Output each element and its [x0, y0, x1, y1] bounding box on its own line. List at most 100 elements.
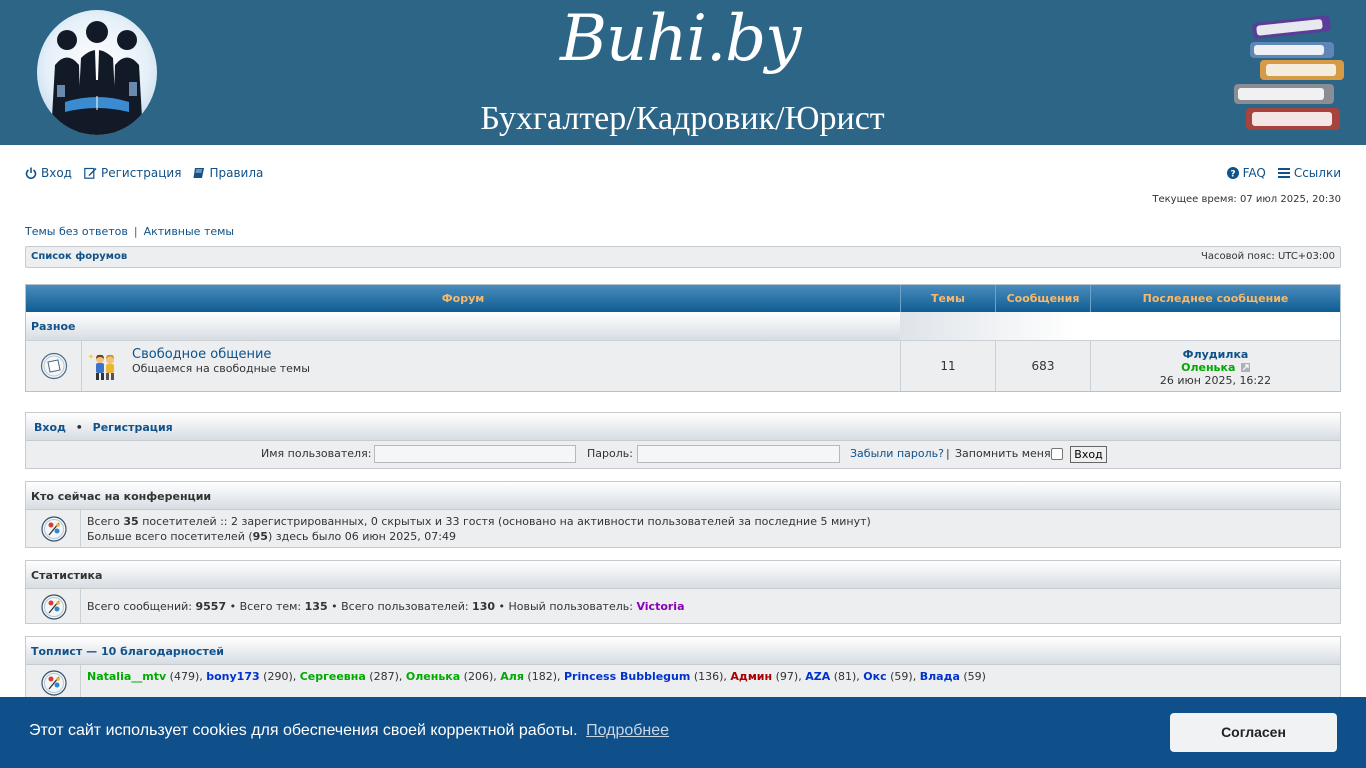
stats-icon-cell	[26, 589, 81, 623]
toplist-user-count: (81),	[830, 670, 864, 683]
rules-link[interactable]: Правила	[193, 166, 263, 180]
breadcrumb: Список форумов Часовой пояс: UTC+03:00	[25, 246, 1341, 268]
forum-posts-count: 683	[996, 341, 1091, 391]
password-label: Пароль:	[587, 447, 633, 460]
who-is-online-panel: Кто сейчас на конференции Всего 35 посет…	[25, 481, 1341, 548]
toplist-user-link[interactable]: Админ	[730, 670, 772, 683]
faq-link-label: FAQ	[1242, 166, 1266, 180]
toplist-user-link[interactable]: Natalia__mtv	[87, 670, 166, 683]
online-total-prefix: Всего	[87, 515, 120, 528]
stats-posts-value: 9557	[195, 600, 227, 613]
remember-me-label: Запомнить меня	[955, 447, 1051, 460]
forum-last-post-cell: Флудилка Оленька 26 июн 2025, 16:22	[1091, 341, 1340, 391]
statistics-title: Статистика	[31, 569, 103, 582]
online-total-details: посетителей :: 2 зарегистрированных, 0 с…	[142, 515, 871, 528]
last-post-topic-link[interactable]: Флудилка	[1091, 348, 1340, 361]
last-post-date: 26 июн 2025, 16:22	[1159, 374, 1272, 387]
remember-me-checkbox[interactable]	[1051, 448, 1063, 460]
forum-index-link[interactable]: Список форумов	[31, 251, 127, 262]
links-menu[interactable]: Ссылки	[1277, 166, 1341, 180]
stats-users-label: • Всего пользователей:	[331, 600, 469, 613]
login-header-link[interactable]: Вход	[34, 421, 66, 434]
toplist-user-count: (59),	[886, 670, 920, 683]
column-posts: Сообщения	[996, 285, 1091, 312]
power-icon	[25, 167, 37, 179]
toplist-icon-cell	[26, 665, 81, 699]
links-menu-label: Ссылки	[1293, 166, 1341, 180]
last-post-author-link[interactable]: Оленька	[1181, 361, 1235, 374]
toplist-user-count: (290),	[259, 670, 300, 683]
quick-login-form: Имя пользователя: Пароль: Забыли пароль?…	[26, 441, 1340, 468]
toplist-user-link[interactable]: Окс	[863, 670, 886, 683]
forum-list: Форум Темы Сообщения Последнее сообщение…	[25, 284, 1341, 392]
toplist-users: Natalia__mtv (479), bony173 (290), Серге…	[87, 669, 986, 684]
site-header: Buhi.by Бухгалтер/Кадровик/Юрист	[0, 0, 1366, 145]
login-form-separator: |	[946, 447, 950, 460]
question-circle-icon: ?	[1226, 167, 1239, 180]
username-input[interactable]	[374, 445, 576, 463]
forum-status-cell	[26, 341, 82, 391]
cookie-message: Этот сайт использует cookies для обеспеч…	[29, 722, 578, 739]
toplist-icon	[41, 670, 67, 696]
quick-login-header: Вход • Регистрация	[26, 413, 1340, 441]
statistics-line: Всего сообщений: 9557 • Всего тем: 135 •…	[87, 599, 685, 614]
cookie-message-wrap: Этот сайт использует cookies для обеспеч…	[29, 722, 669, 740]
edit-icon	[84, 167, 97, 179]
toplist-user-count: (479),	[166, 670, 207, 683]
login-submit-button[interactable]: Вход	[1070, 446, 1107, 463]
site-title[interactable]: Buhi.by	[560, 2, 801, 76]
stats-users-value: 130	[472, 600, 496, 613]
forum-people-icon	[88, 354, 114, 380]
toplist-user-link[interactable]: Оленька	[406, 670, 460, 683]
password-input[interactable]	[637, 445, 840, 463]
login-header-bullet: •	[75, 421, 83, 434]
newest-user-link[interactable]: Victoria	[636, 600, 684, 613]
timezone-label: Часовой пояс: UTC+03:00	[1200, 251, 1335, 262]
toplist-title[interactable]: Топлист — 10 благодарностей	[31, 645, 224, 658]
forum-title-link[interactable]: Свободное общение	[132, 347, 271, 362]
quicklinks-separator: |	[133, 225, 138, 238]
toplist-user-link[interactable]: Аля	[500, 670, 524, 683]
stats-topics-label: • Всего тем:	[229, 600, 302, 613]
unanswered-topics-link[interactable]: Темы без ответов	[25, 225, 128, 238]
online-total-count: 35	[123, 515, 139, 528]
forum-info-cell: Свободное общение Общаемся на свободные …	[82, 341, 901, 391]
login-link[interactable]: Вход	[25, 166, 72, 180]
who-is-online-title: Кто сейчас на конференции	[31, 490, 212, 503]
register-link[interactable]: Регистрация	[84, 166, 181, 180]
quick-links: Темы без ответов | Активные темы	[25, 225, 234, 238]
toplist-user-link[interactable]: bony173	[206, 670, 259, 683]
stats-topics-value: 135	[304, 600, 328, 613]
column-last-post: Последнее сообщение	[1142, 292, 1289, 305]
toplist-user-link[interactable]: AZA	[805, 670, 830, 683]
site-subtitle: Бухгалтер/Кадровик/Юрист	[480, 100, 885, 137]
online-summary: Всего 35 посетителей :: 2 зарегистрирова…	[87, 514, 871, 529]
statistics-panel: Статистика Всего сообщений: 9557 • Всего…	[25, 560, 1341, 624]
username-label: Имя пользователя:	[261, 447, 372, 460]
category-title[interactable]: Разное	[31, 320, 76, 333]
online-record-count: 95	[252, 530, 268, 543]
active-topics-link[interactable]: Активные темы	[144, 225, 235, 238]
faq-link[interactable]: ? FAQ	[1226, 166, 1266, 180]
view-latest-post-icon[interactable]	[1240, 363, 1250, 372]
toplist-panel: Топлист — 10 благодарностей Natalia__mtv…	[25, 636, 1341, 700]
online-record: Больше всего посетителей (95) здесь было…	[87, 529, 456, 544]
toplist-user-link[interactable]: Princess Bubblegum	[564, 670, 690, 683]
toplist-user-link[interactable]: Влада	[920, 670, 960, 683]
cookie-more-link[interactable]: Подробнее	[586, 722, 669, 739]
forum-description: Общаемся на свободные темы	[132, 362, 310, 375]
toplist-user-count: (97),	[772, 670, 806, 683]
category-row-filler	[900, 312, 1340, 341]
users-online-icon	[41, 516, 67, 542]
site-logo[interactable]	[37, 10, 157, 135]
category-row: Разное	[26, 312, 900, 341]
book-icon	[193, 168, 205, 178]
online-record-prefix: Больше всего посетителей (	[87, 530, 253, 543]
forgot-password-link[interactable]: Забыли пароль?	[850, 447, 944, 460]
toplist-user-link[interactable]: Сергеевна	[300, 670, 366, 683]
toplist-user-count: (136),	[690, 670, 731, 683]
stats-newest-label: • Новый пользователь:	[498, 600, 633, 613]
svg-text:?: ?	[1230, 170, 1235, 180]
cookie-accept-button[interactable]: Согласен	[1170, 713, 1337, 752]
register-header-link[interactable]: Регистрация	[93, 421, 173, 434]
